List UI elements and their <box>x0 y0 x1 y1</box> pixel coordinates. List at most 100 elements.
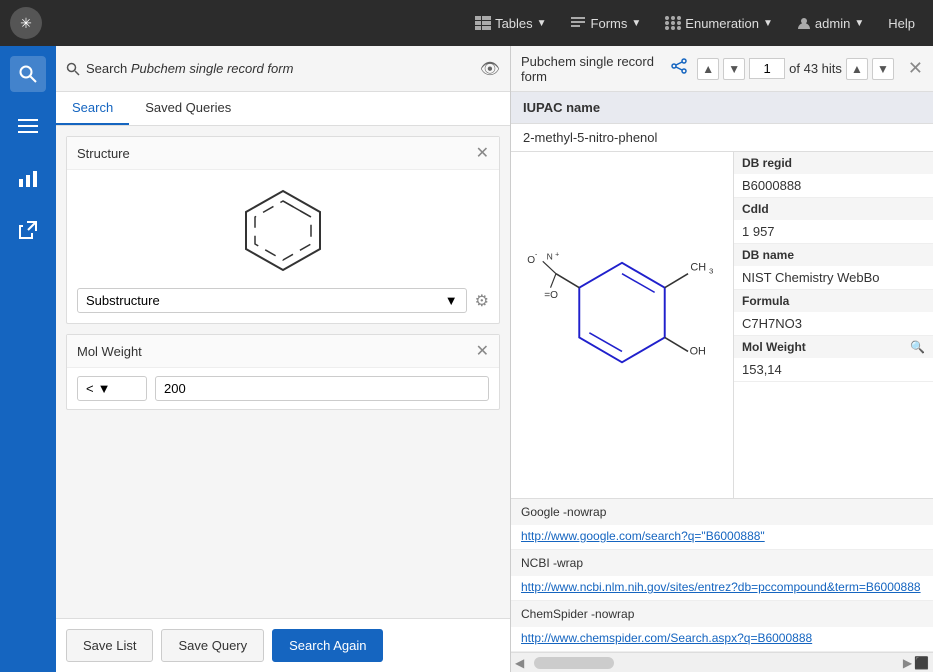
links-section: Google -nowrap http://www.google.com/sea… <box>511 498 933 652</box>
svg-text:3: 3 <box>709 267 713 276</box>
mol-op-select[interactable]: < ▼ <box>77 376 147 401</box>
enumeration-menu[interactable]: Enumeration ▼ <box>657 12 781 35</box>
save-query-button[interactable]: Save Query <box>161 629 264 662</box>
tab-saved-queries[interactable]: Saved Queries <box>129 92 247 125</box>
mol-op-caret: ▼ <box>98 381 111 396</box>
ncbi-link-url[interactable]: http://www.ncbi.nlm.nih.gov/sites/entrez… <box>511 576 933 600</box>
svg-text:N: N <box>547 252 553 262</box>
molweight-filter: Mol Weight ✕ < ▼ <box>66 334 500 410</box>
chemspider-link-header: ChemSpider -nowrap <box>511 601 933 627</box>
search-panel: Search Pubchem single record form 👁 Sear… <box>56 46 511 672</box>
forms-icon <box>571 16 587 30</box>
structure-body: Substructure ▼ ⚙ <box>67 170 499 323</box>
scroll-corner-icon[interactable]: ⬛ <box>914 656 929 670</box>
main-content-area: CH 3 OH O - =O N <box>511 152 933 498</box>
tables-icon <box>475 16 491 30</box>
bottom-scrollbar[interactable]: ◀ ▶ ⬛ <box>511 652 933 672</box>
scroll-thumb[interactable] <box>534 657 614 669</box>
enumeration-caret: ▼ <box>763 18 773 29</box>
admin-menu[interactable]: admin ▼ <box>789 12 872 35</box>
nav-next-icon[interactable]: ▼ <box>723 58 745 80</box>
svg-text:CH: CH <box>690 262 706 274</box>
results-header: Pubchem single record form ▲ ▼ of 43 hit… <box>511 46 933 92</box>
mol-value-input[interactable] <box>155 376 489 401</box>
tables-caret: ▼ <box>537 18 547 29</box>
gear-icon[interactable]: ⚙ <box>475 291 489 311</box>
substructure-caret: ▼ <box>445 293 458 308</box>
results-nav: ▲ ▼ of 43 hits ▲ ▼ <box>697 58 894 80</box>
scroll-right-icon[interactable]: ▶ <box>903 656 912 670</box>
topnav: ✳ Tables ▼ Forms ▼ <box>0 0 933 46</box>
chemspider-link-row: ChemSpider -nowrap http://www.chemspider… <box>511 601 933 652</box>
nav-prev-icon[interactable]: ▲ <box>697 58 719 80</box>
search-panel-label: Search Pubchem single record form <box>86 61 293 76</box>
sidebar <box>0 46 56 672</box>
nav-collapse-icon[interactable]: ▼ <box>872 58 894 80</box>
scroll-left-icon[interactable]: ◀ <box>515 656 524 670</box>
dbname-label: DB name <box>734 244 933 266</box>
google-link-url[interactable]: http://www.google.com/search?q="B6000888… <box>511 525 933 549</box>
search-again-button[interactable]: Search Again <box>272 629 383 662</box>
table-row: Formula C7H7NO3 <box>734 290 933 336</box>
tables-menu[interactable]: Tables ▼ <box>467 12 554 35</box>
db-regid-label: DB regid <box>734 152 933 174</box>
page-number-input[interactable] <box>749 58 785 79</box>
table-row: CdId 1 957 <box>734 198 933 244</box>
molweight-close-icon[interactable]: ✕ <box>476 341 489 361</box>
hits-text: of 43 hits <box>789 61 842 76</box>
molweight-header: Mol Weight ✕ <box>67 335 499 368</box>
formula-label: Formula <box>734 290 933 312</box>
share-icon[interactable] <box>671 58 687 79</box>
data-table: DB regid B6000888 CdId 1 957 DB name <box>733 152 933 498</box>
svg-text:OH: OH <box>690 346 706 358</box>
molecule-svg: CH 3 OH O - =O N <box>521 215 723 435</box>
eye-icon[interactable]: 👁 <box>480 59 500 79</box>
google-link-row: Google -nowrap http://www.google.com/sea… <box>511 499 933 550</box>
search-panel-header: Search Pubchem single record form 👁 <box>56 46 510 92</box>
ncbi-link-row: NCBI -wrap http://www.ncbi.nlm.nih.gov/s… <box>511 550 933 601</box>
benzene-structure <box>223 180 343 280</box>
admin-caret: ▼ <box>854 18 864 29</box>
formula-value: C7H7NO3 <box>734 312 933 335</box>
cdid-label: CdId <box>734 198 933 220</box>
google-link-header: Google -nowrap <box>511 499 933 525</box>
admin-icon <box>797 16 811 30</box>
close-icon[interactable]: ✕ <box>908 58 923 79</box>
substructure-select[interactable]: Substructure ▼ <box>77 288 467 313</box>
sidebar-export-icon[interactable] <box>10 212 46 248</box>
structure-filter: Structure ✕ <box>66 136 500 324</box>
forms-menu[interactable]: Forms ▼ <box>563 12 650 35</box>
nav-expand-icon[interactable]: ▲ <box>846 58 868 80</box>
iupac-label: IUPAC name <box>511 92 933 124</box>
structure-close-icon[interactable]: ✕ <box>476 143 489 163</box>
structure-filter-header: Structure ✕ <box>67 137 499 170</box>
search-content: Structure ✕ <box>56 126 510 618</box>
chemspider-link-url[interactable]: http://www.chemspider.com/Search.aspx?q=… <box>511 627 933 651</box>
svg-text:O: O <box>527 255 535 266</box>
substructure-row: Substructure ▼ ⚙ <box>77 288 489 313</box>
svg-text:+: + <box>555 252 559 259</box>
ncbi-link-header: NCBI -wrap <box>511 550 933 576</box>
app-logo[interactable]: ✳ <box>10 7 42 39</box>
sidebar-search-icon[interactable] <box>10 56 46 92</box>
molweight-title: Mol Weight <box>77 344 476 359</box>
svg-text:-: - <box>535 252 538 259</box>
molweight-value: 153,14 <box>734 358 933 381</box>
tab-search[interactable]: Search <box>56 92 129 125</box>
results-body: IUPAC name 2-methyl-5-nitro-phenol <box>511 92 933 672</box>
sidebar-chart-icon[interactable] <box>10 160 46 196</box>
dbname-value: NIST Chemistry WebBo <box>734 266 933 289</box>
save-list-button[interactable]: Save List <box>66 629 153 662</box>
help-link[interactable]: Help <box>880 12 923 35</box>
search-tabs: Search Saved Queries <box>56 92 510 126</box>
results-title: Pubchem single record form <box>521 54 665 84</box>
cdid-value: 1 957 <box>734 220 933 243</box>
molweight-search-icon[interactable]: 🔍 <box>910 340 925 354</box>
iupac-section: IUPAC name 2-methyl-5-nitro-phenol <box>511 92 933 152</box>
results-panel: Pubchem single record form ▲ ▼ of 43 hit… <box>511 46 933 672</box>
sidebar-menu-icon[interactable] <box>10 108 46 144</box>
table-row: DB regid B6000888 <box>734 152 933 198</box>
enumeration-icon <box>665 16 681 30</box>
db-regid-value: B6000888 <box>734 174 933 197</box>
structure-title: Structure <box>77 146 476 161</box>
